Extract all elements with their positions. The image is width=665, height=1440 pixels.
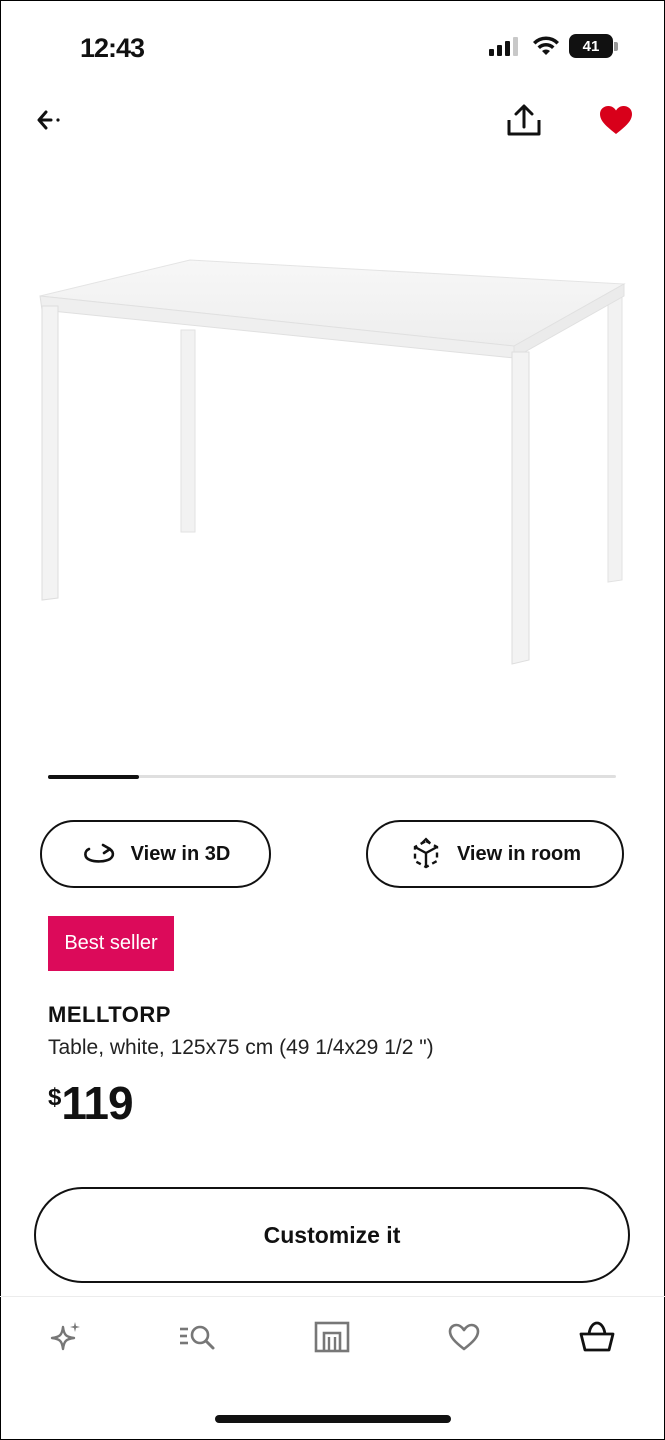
tab-basket[interactable] — [577, 1317, 617, 1357]
customize-button[interactable]: Customize it — [34, 1187, 630, 1283]
product-name: MELLTORP — [48, 1002, 171, 1027]
sparkle-icon — [50, 1322, 80, 1351]
view-in-3d-button[interactable]: View in 3D — [40, 820, 271, 888]
image-carousel-progress — [48, 774, 616, 779]
product-price: $ 119 — [48, 1076, 134, 1130]
rotate-3d-icon — [83, 843, 114, 863]
bottom-tab-bar — [0, 1296, 665, 1377]
tab-inspiration[interactable] — [46, 1317, 86, 1357]
carousel-progress-fill — [48, 774, 139, 779]
price-currency: $ — [48, 1084, 62, 1111]
product-image[interactable] — [0, 160, 665, 750]
home-indicator[interactable] — [215, 1415, 451, 1423]
wifi-icon — [533, 36, 559, 55]
heart-outline-icon — [448, 1323, 480, 1351]
battery-icon: 41 — [569, 34, 619, 58]
product-description: Table, white, 125x75 cm (49 1/4x29 1/2 "… — [48, 1036, 434, 1059]
table-illustration — [39, 259, 626, 665]
battery-level: 41 — [582, 37, 600, 55]
tab-favorites[interactable] — [444, 1317, 484, 1357]
heart-icon — [600, 106, 632, 134]
basket-icon — [579, 1321, 615, 1352]
favorite-button[interactable] — [596, 100, 636, 140]
best-seller-badge: Best seller — [48, 916, 174, 971]
view-in-room-label: View in room — [456, 842, 582, 865]
back-button[interactable] — [28, 100, 68, 140]
status-indicators: 41 — [489, 34, 619, 58]
view-in-room-button[interactable]: View in room — [366, 820, 624, 888]
share-button[interactable] — [502, 100, 546, 140]
store-icon — [314, 1321, 350, 1353]
price-amount: 119 — [61, 1077, 133, 1129]
tab-search[interactable] — [178, 1317, 218, 1357]
share-icon — [507, 104, 541, 136]
signal-icon — [489, 37, 518, 56]
search-list-icon — [180, 1325, 215, 1350]
view-in-3d-label: View in 3D — [130, 842, 231, 865]
status-time: 12:43 — [80, 33, 145, 63]
tab-stores[interactable] — [312, 1317, 352, 1357]
back-arrow-icon — [37, 110, 60, 130]
ar-cube-icon — [413, 837, 439, 869]
